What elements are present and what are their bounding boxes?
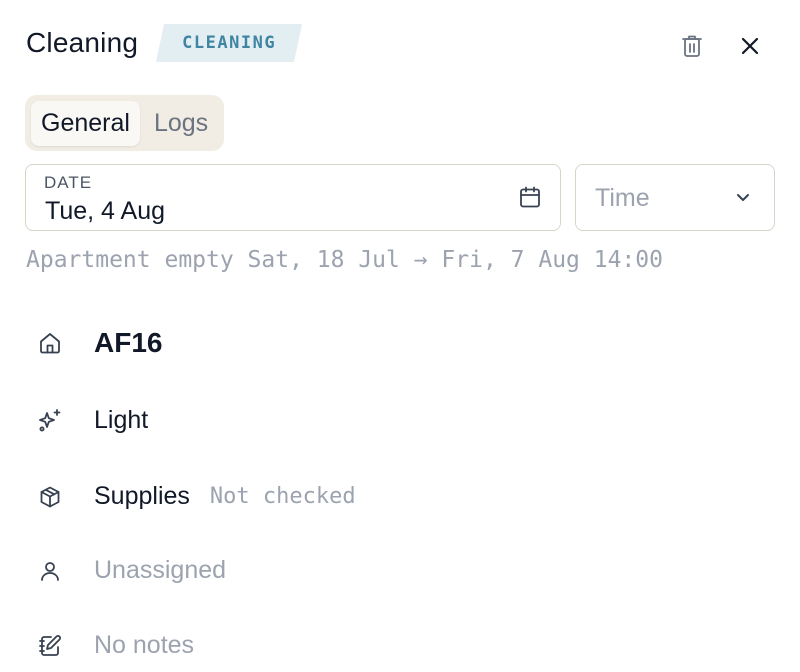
sparkles-icon: [36, 407, 64, 435]
close-button[interactable]: [734, 30, 766, 62]
panel-title: Cleaning: [26, 27, 139, 58]
panel-header: Cleaning CLEANING: [26, 24, 298, 62]
supplies-status: Not checked: [209, 484, 356, 509]
package-icon: [36, 483, 64, 511]
apartment-name: AF16: [94, 327, 163, 358]
tab-general[interactable]: General: [31, 100, 140, 146]
time-select[interactable]: Time: [575, 164, 775, 231]
delete-button[interactable]: [676, 30, 708, 62]
apartment-row[interactable]: AF16: [36, 327, 162, 359]
date-field-value: Tue, 4 Aug: [45, 197, 165, 225]
home-icon: [36, 329, 64, 357]
notes-value: No notes: [94, 631, 195, 659]
time-select-placeholder: Time: [595, 184, 650, 212]
notebook-pen-icon: [36, 632, 64, 660]
supplies-row[interactable]: Supplies Not checked: [36, 482, 356, 511]
task-detail-panel: Cleaning CLEANING General Logs DATE Tue,…: [0, 0, 800, 672]
assignee-row[interactable]: Unassigned: [36, 556, 226, 585]
user-icon: [36, 557, 64, 585]
trash-icon: [682, 35, 702, 57]
header-actions: [676, 30, 766, 62]
supplies-label: Supplies: [94, 482, 190, 510]
date-field-label: DATE: [44, 173, 93, 192]
date-field[interactable]: DATE Tue, 4 Aug: [25, 164, 561, 231]
notes-row[interactable]: No notes: [36, 631, 194, 660]
chevron-down-icon: [737, 194, 749, 201]
calendar-icon: [520, 186, 540, 208]
cleaning-type-row[interactable]: Light: [36, 406, 148, 435]
cleaning-type-value: Light: [94, 406, 149, 434]
tab-bar: General Logs: [25, 95, 225, 151]
close-icon: [741, 37, 759, 55]
assignee-value: Unassigned: [94, 556, 227, 584]
tab-logs[interactable]: Logs: [144, 101, 218, 146]
task-type-badge-label: CLEANING: [182, 33, 277, 53]
vacancy-period-text: Apartment empty Sat, 18 Jul → Fri, 7 Aug…: [26, 247, 663, 273]
task-type-badge: CLEANING: [160, 24, 298, 62]
